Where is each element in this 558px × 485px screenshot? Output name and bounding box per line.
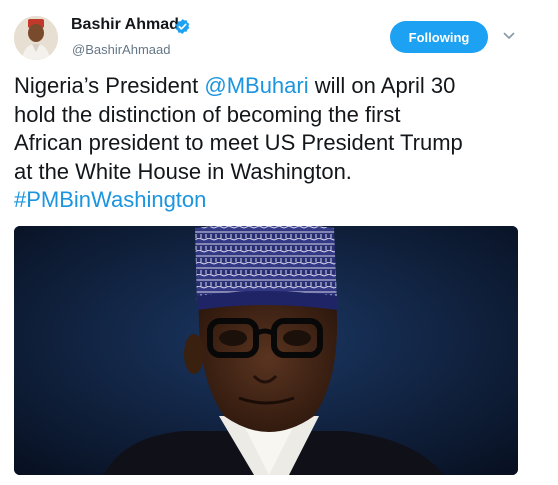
- text-segment: will on April 30: [308, 73, 456, 98]
- tweet-text-line: African president to meet US President T…: [14, 130, 463, 155]
- tweet-text-line: hold the distinction of becoming the fir…: [14, 101, 401, 127]
- mention-link[interactable]: @MBuhari: [204, 73, 308, 98]
- tweet-card: Bashir Ahmad @BashirAhmaad Following Nig…: [0, 0, 558, 485]
- hashtag-link[interactable]: #PMBinWashington: [14, 187, 206, 212]
- text-segment: Nigeria’s President: [14, 73, 205, 98]
- following-button[interactable]: Following: [390, 21, 488, 53]
- avatar[interactable]: [14, 16, 58, 60]
- author-display-name[interactable]: Bashir Ahmad: [71, 16, 179, 34]
- author-handle[interactable]: @BashirAhmaad: [72, 42, 170, 57]
- tweet-text-line: at the White House in Washington.: [14, 158, 352, 184]
- tweet-media-photo[interactable]: [14, 226, 518, 475]
- tweet-text: Nigeria’s President @MBuhari will on Apr…: [14, 72, 534, 215]
- tweet-text-line: Nigeria’s President @MBuhari will on Apr…: [14, 72, 534, 101]
- verified-badge-icon: [175, 19, 190, 34]
- chevron-down-icon[interactable]: [503, 30, 515, 42]
